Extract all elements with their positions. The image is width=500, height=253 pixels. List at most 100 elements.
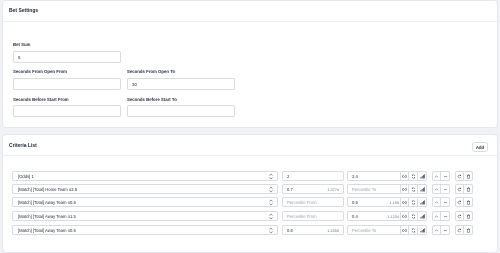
bet-settings-title: Bet Settings (9, 8, 39, 14)
percentile-from-input[interactable]: 0.7 1.3774 (282, 184, 344, 194)
percentile-to-input[interactable]: Percentile To (347, 184, 404, 194)
from-open-from-input[interactable] (13, 78, 121, 90)
chevron-up-button[interactable] (432, 197, 441, 207)
swap-button[interactable] (455, 184, 464, 194)
percentile-from-placeholder: Percentile From (287, 199, 317, 205)
bars-button[interactable] (418, 197, 427, 207)
swap-icon (457, 214, 462, 219)
criteria-card: Criteria List Add [Odds] 1 2 2.4 [Match] [T… (2, 134, 498, 253)
refresh-icon (411, 174, 416, 179)
chevron-up-button[interactable] (432, 184, 441, 194)
refresh-icon (411, 200, 416, 205)
link-button[interactable] (400, 225, 409, 235)
link-icon (402, 174, 407, 179)
chevron-up-button[interactable] (432, 171, 441, 181)
link-button[interactable] (400, 171, 409, 181)
bars-icon (420, 213, 425, 219)
from-open-to-input[interactable] (127, 78, 235, 90)
criteria-select[interactable]: [Match] [Total] Away Team o0.5 (12, 225, 278, 235)
swap-button[interactable] (455, 225, 464, 235)
bet-sum-label: Bet Sum (13, 42, 31, 47)
percentile-to-input[interactable]: 0.5 1.155 (347, 197, 404, 207)
trash-button[interactable] (464, 197, 473, 207)
percentile-from-input[interactable]: 0.6 1.2555 (282, 225, 344, 235)
chevron-up-icon (434, 200, 439, 205)
percentile-to-placeholder: Percentile To (352, 186, 377, 192)
minus-button[interactable] (441, 211, 450, 221)
criteria-select[interactable]: [Match] [Total] Away Team o1.5 (12, 211, 278, 221)
minus-button[interactable] (441, 225, 450, 235)
minus-icon (443, 174, 448, 179)
percentile-to-odds: 1.1234 (387, 214, 399, 219)
criteria-header: Criteria List Add (3, 135, 497, 156)
link-icon (402, 187, 407, 192)
minus-icon (443, 228, 448, 233)
criteria-row: [Match] [Total] Away Team o0.5 0.6 1.2555 P… (12, 225, 488, 237)
select-chevron-icon (269, 186, 273, 193)
refresh-icon (411, 187, 416, 192)
percentile-to-value: 2.4 (352, 173, 358, 179)
criteria-select[interactable]: [Match] [Total] Away Team o0.5 (12, 197, 278, 207)
link-icon (402, 214, 407, 219)
refresh-icon (411, 214, 416, 219)
percentile-from-placeholder: Percentile From (287, 213, 317, 219)
bet-sum-input[interactable] (13, 51, 121, 63)
criteria-title: Criteria List (9, 143, 37, 149)
trash-button[interactable] (464, 184, 473, 194)
chevron-up-icon (434, 174, 439, 179)
refresh-button[interactable] (409, 171, 418, 181)
bars-icon (420, 227, 425, 233)
bet-settings-header: Bet Settings (3, 1, 497, 22)
chevron-up-icon (434, 214, 439, 219)
bars-icon (420, 186, 425, 192)
percentile-to-input[interactable]: 2.4 (347, 171, 404, 181)
link-button[interactable] (400, 211, 409, 221)
criteria-select[interactable]: [Odds] 1 (12, 171, 278, 181)
chevron-up-button[interactable] (432, 211, 441, 221)
minus-icon (443, 200, 448, 205)
percentile-to-input[interactable]: Percentile To (347, 225, 404, 235)
refresh-button[interactable] (409, 184, 418, 194)
bars-button[interactable] (418, 171, 427, 181)
percentile-from-input[interactable]: Percentile From (282, 211, 344, 221)
percentile-from-input[interactable]: 2 (282, 171, 344, 181)
bars-button[interactable] (418, 184, 427, 194)
add-criteria-button[interactable]: Add (472, 142, 488, 152)
bars-button[interactable] (418, 225, 427, 235)
before-start-from-input[interactable] (13, 105, 121, 117)
criteria-select-label: [Match] [Total] Away Team o0.5 (18, 227, 76, 233)
bars-icon (420, 199, 425, 205)
criteria-select[interactable]: [Match] [Total] Home Team o2.5 (12, 184, 278, 194)
minus-button[interactable] (441, 171, 450, 181)
percentile-to-input[interactable]: 0.4 1.1234 (347, 211, 404, 221)
minus-button[interactable] (441, 184, 450, 194)
percentile-from-value: 2 (287, 173, 290, 179)
percentile-to-value: 0.5 (352, 199, 358, 205)
link-button[interactable] (400, 197, 409, 207)
chevron-up-button[interactable] (432, 225, 441, 235)
refresh-button[interactable] (409, 225, 418, 235)
bet-settings-card: Bet Settings Bet Sum Seconds From Open F… (2, 0, 498, 128)
trash-icon (466, 214, 471, 219)
refresh-button[interactable] (409, 197, 418, 207)
swap-button[interactable] (455, 171, 464, 181)
swap-button[interactable] (455, 211, 464, 221)
bars-button[interactable] (418, 211, 427, 221)
percentile-to-odds: 1.155 (389, 200, 399, 205)
percentile-to-placeholder: Percentile To (352, 227, 377, 233)
swap-button[interactable] (455, 197, 464, 207)
before-start-to-input[interactable] (127, 105, 235, 117)
trash-button[interactable] (464, 225, 473, 235)
select-chevron-icon (269, 227, 273, 234)
trash-icon (466, 187, 471, 192)
refresh-button[interactable] (409, 211, 418, 221)
link-button[interactable] (400, 184, 409, 194)
chevron-up-icon (434, 187, 439, 192)
percentile-from-odds: 1.2555 (327, 228, 339, 233)
minus-button[interactable] (441, 197, 450, 207)
trash-button[interactable] (464, 171, 473, 181)
percentile-from-input[interactable]: Percentile From (282, 197, 344, 207)
select-chevron-icon (269, 173, 273, 180)
from-open-from-label: Seconds From Open From (13, 69, 67, 74)
trash-button[interactable] (464, 211, 473, 221)
